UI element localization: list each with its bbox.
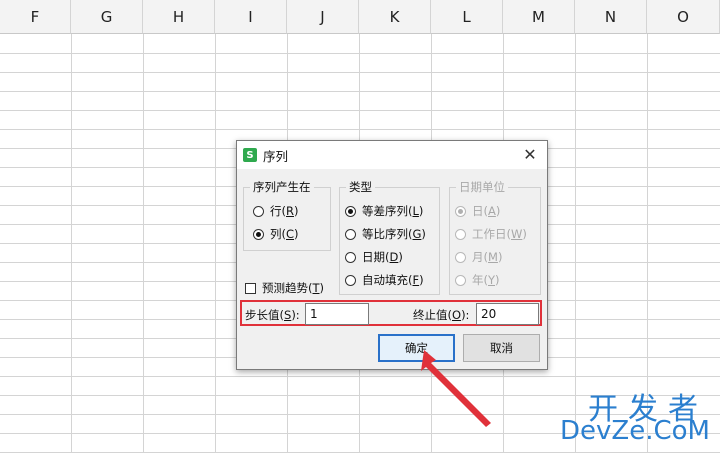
watermark-en: DevZe.CoM <box>560 416 710 446</box>
arrow-icon <box>421 350 491 427</box>
